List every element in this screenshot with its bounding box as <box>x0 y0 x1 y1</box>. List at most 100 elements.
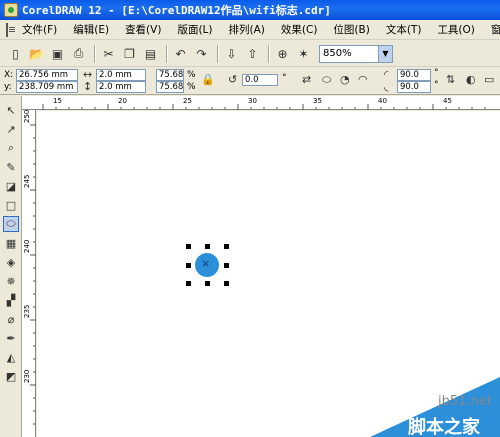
pie-mode-icon[interactable]: ◔ <box>340 74 350 86</box>
ruler-tick-label: 240 <box>23 240 31 253</box>
title-bar: CorelDRAW 12 - [E:\CorelDRAW12作品\wifi标志.… <box>0 0 500 20</box>
selection-handle[interactable] <box>224 263 229 268</box>
zoom-level-input[interactable] <box>319 44 379 63</box>
standard-toolbar: ▯ 📂 ▣ ⎙ ✂ ❐ ▤ ↶ ↷ ⇩ ⇧ ⊕ ✶ ▼ <box>0 41 500 67</box>
menu-tools[interactable]: 工具(O) <box>429 22 482 37</box>
x-position-field[interactable]: 26.756 mm <box>16 69 78 81</box>
chevron-down-icon[interactable]: ▼ <box>379 44 393 63</box>
degree-label: ° <box>434 80 439 90</box>
new-document-icon[interactable]: ▯ <box>6 44 25 63</box>
menu-view[interactable]: 查看(V) <box>117 22 169 37</box>
undo-icon[interactable]: ↶ <box>171 44 190 63</box>
menu-edit[interactable]: 编辑(E) <box>65 22 117 37</box>
export-icon[interactable]: ⇧ <box>243 44 262 63</box>
percent-label: % <box>187 70 196 80</box>
selection-handle[interactable] <box>224 281 229 286</box>
scale-x-field[interactable]: 75.68 <box>156 69 184 81</box>
ruler-tick-label: 45 <box>443 97 452 105</box>
toolbox: ↖ ↗ ⌕ ✎ ◪ □ ⬭ ▦ ◈ ✵ ▞ ⌀ ✒ ◭ ◩ <box>0 96 22 437</box>
copy-icon[interactable]: ❐ <box>120 44 139 63</box>
interactive-blend-tool-icon[interactable]: ▞ <box>3 292 19 308</box>
ellipse-mode-icon[interactable]: ⬭ <box>322 74 331 86</box>
menu-bar: 文件(F) 编辑(E) 查看(V) 版面(L) 排列(A) 效果(C) 位图(B… <box>0 20 500 40</box>
ruler-tick-label: 30 <box>248 97 257 105</box>
outline-icon[interactable]: ▭ <box>484 74 494 86</box>
center-marker-icon: × <box>201 257 211 270</box>
interactive-fill-tool-icon[interactable]: ◩ <box>3 368 19 384</box>
cut-icon[interactable]: ✂ <box>99 44 118 63</box>
property-bar: X: 26.756 mm y: 238.709 mm ↔ 2.0 mm ↕ 2.… <box>0 67 500 95</box>
selection-handle[interactable] <box>186 281 191 286</box>
rectangle-tool-icon[interactable]: □ <box>3 197 19 213</box>
height-field[interactable]: 2.0 mm <box>96 81 146 93</box>
menu-layout[interactable]: 版面(L) <box>169 22 220 37</box>
fill-tool-icon[interactable]: ◭ <box>3 349 19 365</box>
selection-handle[interactable] <box>186 244 191 249</box>
polygon-tool-icon[interactable]: ▦ <box>3 235 19 251</box>
toolbar-divider <box>94 44 95 63</box>
menu-bitmaps[interactable]: 位图(B) <box>325 22 377 37</box>
wrap-icon[interactable]: ◐ <box>466 74 476 86</box>
ruler-tick-label: 250 <box>23 110 31 123</box>
degree-label: ° <box>434 68 439 78</box>
rotation-field[interactable]: 0.0 <box>242 74 278 86</box>
toolbar-divider <box>268 44 269 63</box>
redo-icon[interactable]: ↷ <box>192 44 211 63</box>
shape-tool-icon[interactable]: ↗ <box>3 121 19 137</box>
vertical-ruler[interactable]: 250 245 240 235 230 <box>22 110 36 437</box>
direction-icon[interactable]: ⇅ <box>446 74 455 86</box>
y-position-field[interactable]: 238.709 mm <box>16 81 78 93</box>
selection-handle[interactable] <box>186 263 191 268</box>
coreldraw-app-icon[interactable] <box>4 3 18 17</box>
ruler-tick-label: 25 <box>183 97 192 105</box>
width-field[interactable]: 2.0 mm <box>96 69 146 81</box>
smart-fill-tool-icon[interactable]: ◪ <box>3 178 19 194</box>
freehand-tool-icon[interactable]: ✎ <box>3 159 19 175</box>
start-angle-field[interactable]: 90.0 <box>397 69 431 81</box>
watermark-name: 脚本之家 <box>408 417 480 437</box>
ruler-tick-label: 230 <box>23 370 31 383</box>
toolbar-divider <box>217 44 218 63</box>
end-angle-icon: ◟ <box>384 80 389 93</box>
menu-effects[interactable]: 效果(C) <box>273 22 326 37</box>
print-icon[interactable]: ⎙ <box>69 44 88 63</box>
pick-tool-icon[interactable]: ↖ <box>3 102 19 118</box>
ellipse-tool-icon[interactable]: ⬭ <box>3 216 19 232</box>
arc-mode-icon[interactable]: ◠ <box>358 74 368 86</box>
app-launcher-icon[interactable]: ⊕ <box>273 44 292 63</box>
outline-tool-icon[interactable]: ✒ <box>3 330 19 346</box>
corel-online-icon[interactable]: ✶ <box>294 44 313 63</box>
basic-shapes-tool-icon[interactable]: ◈ <box>3 254 19 270</box>
selection-handle[interactable] <box>205 281 210 286</box>
menu-file[interactable]: 文件(F) <box>14 22 65 37</box>
zoom-level-combo[interactable]: ▼ <box>319 44 393 63</box>
ruler-tick-label: 235 <box>23 305 31 318</box>
open-folder-icon[interactable]: 📂 <box>27 44 46 63</box>
menu-arrange[interactable]: 排列(A) <box>221 22 273 37</box>
menu-text[interactable]: 文本(T) <box>378 22 430 37</box>
lock-ratio-icon[interactable]: 🔒 <box>201 74 215 86</box>
mirror-icon[interactable]: ⇄ <box>302 74 311 86</box>
save-icon[interactable]: ▣ <box>48 44 67 63</box>
horizontal-ruler[interactable]: 15 20 25 30 35 40 45 <box>22 96 500 110</box>
end-angle-field[interactable]: 90.0 <box>397 81 431 93</box>
toolbar-divider <box>166 44 167 63</box>
zoom-tool-icon[interactable]: ⌕ <box>3 140 19 156</box>
x-label: X: <box>4 70 14 80</box>
ruler-tick-label: 245 <box>23 175 31 188</box>
degree-label: ° <box>282 73 287 83</box>
ruler-tick-label: 15 <box>53 97 62 105</box>
import-icon[interactable]: ⇩ <box>222 44 241 63</box>
horizontal-ruler-ticks: 15 20 25 30 35 40 45 <box>42 97 486 110</box>
text-tool-icon[interactable]: ✵ <box>3 273 19 289</box>
menu-window[interactable]: 窗口 <box>483 22 500 37</box>
ruler-tick-label: 35 <box>313 97 322 105</box>
selection-handle[interactable] <box>224 244 229 249</box>
percent-label: % <box>187 82 196 92</box>
paste-icon[interactable]: ▤ <box>141 44 160 63</box>
vertical-ruler-ticks: 250 245 240 235 230 <box>23 110 36 425</box>
eyedropper-tool-icon[interactable]: ⌀ <box>3 311 19 327</box>
scale-y-field[interactable]: 75.68 <box>156 81 184 93</box>
document-icon[interactable] <box>6 22 15 37</box>
selection-handle[interactable] <box>205 244 210 249</box>
